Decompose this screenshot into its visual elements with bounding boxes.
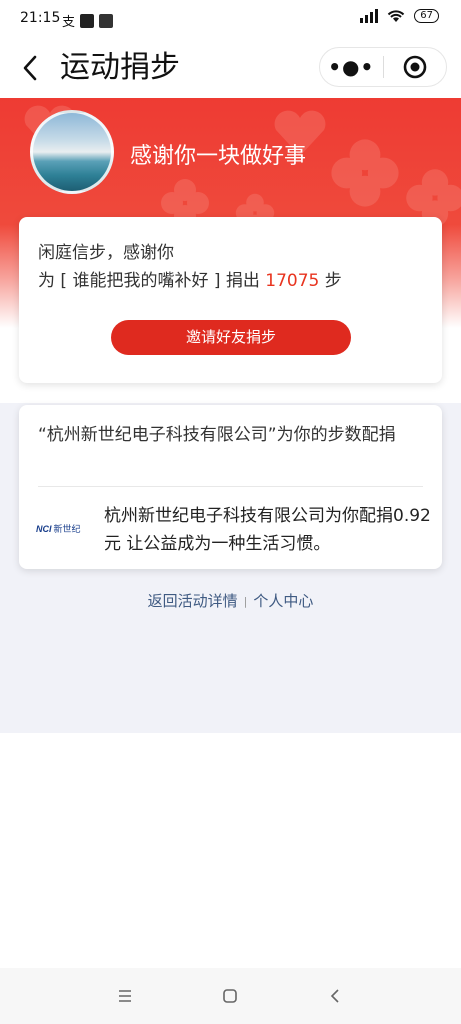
app-notification-icon [99, 13, 114, 28]
link-separator: | [243, 595, 248, 608]
more-button[interactable]: •●• [320, 55, 383, 79]
banner-title: 感谢你一块做好事 [130, 144, 307, 169]
system-navigation-bar [0, 968, 461, 1024]
status-bar: 21:15 支 67 [0, 0, 461, 40]
donation-summary: 为 [ 谁能把我的嘴补好 ] 捐出 17075 步 [38, 266, 342, 291]
back-to-activity-link[interactable]: 返回活动详情 [148, 592, 238, 610]
menu-button[interactable] [112, 983, 138, 1009]
sponsor-card: “杭州新世纪电子科技有限公司”为你的步数配捐 NCI 新世纪 杭州新世纪电子科技… [19, 405, 442, 569]
notification-icons: 支 [62, 11, 114, 30]
flower-decoration-icon [331, 139, 399, 207]
system-icons: 67 [360, 9, 439, 23]
target-icon [403, 55, 427, 79]
sponsor-logo-cn: 新世纪 [53, 525, 81, 535]
footer-links: 返回活动详情 | 个人中心 [0, 590, 461, 611]
chevron-left-icon [23, 55, 37, 81]
chevron-left-icon [330, 989, 339, 1003]
navigation-bar: 运动捐步 •●• [0, 40, 461, 98]
home-button[interactable] [217, 983, 243, 1009]
status-time: 21:15 [20, 10, 61, 26]
sponsor-logo: NCI 新世纪 [36, 522, 81, 536]
donation-prefix: 为 [ 谁能把我的嘴补好 ] 捐出 [38, 271, 266, 291]
invite-friends-button[interactable]: 邀请好友捐步 [111, 320, 351, 355]
app-notification-icon: 支 [62, 15, 76, 30]
page-title: 运动捐步 [60, 50, 180, 85]
personal-center-link[interactable]: 个人中心 [253, 592, 313, 610]
system-back-button[interactable] [322, 983, 348, 1009]
sponsor-heading: “杭州新世纪电子科技有限公司”为你的步数配捐 [38, 425, 396, 445]
step-count: 17075 [265, 271, 320, 291]
sponsor-message: 杭州新世纪电子科技有限公司为你配捐0.92 元 让公益成为一种生活习惯。 [104, 506, 431, 554]
thanks-text: 闲庭信步，感谢你 [38, 243, 174, 263]
divider [38, 486, 423, 487]
signal-icon [360, 9, 379, 23]
back-button[interactable] [14, 50, 46, 86]
app-notification-icon [80, 13, 95, 28]
menu-icon [119, 990, 131, 1002]
wifi-icon [388, 10, 405, 22]
miniprogram-capsule: •●• [319, 47, 447, 87]
avatar [30, 110, 114, 194]
sponsor-logo-text: NCI [36, 523, 52, 534]
donation-suffix: 步 [319, 271, 342, 291]
thanks-card: 闲庭信步，感谢你 为 [ 谁能把我的嘴补好 ] 捐出 17075 步 邀请好友捐… [19, 217, 442, 383]
close-button[interactable] [383, 54, 446, 80]
battery-icon: 67 [414, 9, 439, 23]
square-icon [223, 989, 237, 1003]
